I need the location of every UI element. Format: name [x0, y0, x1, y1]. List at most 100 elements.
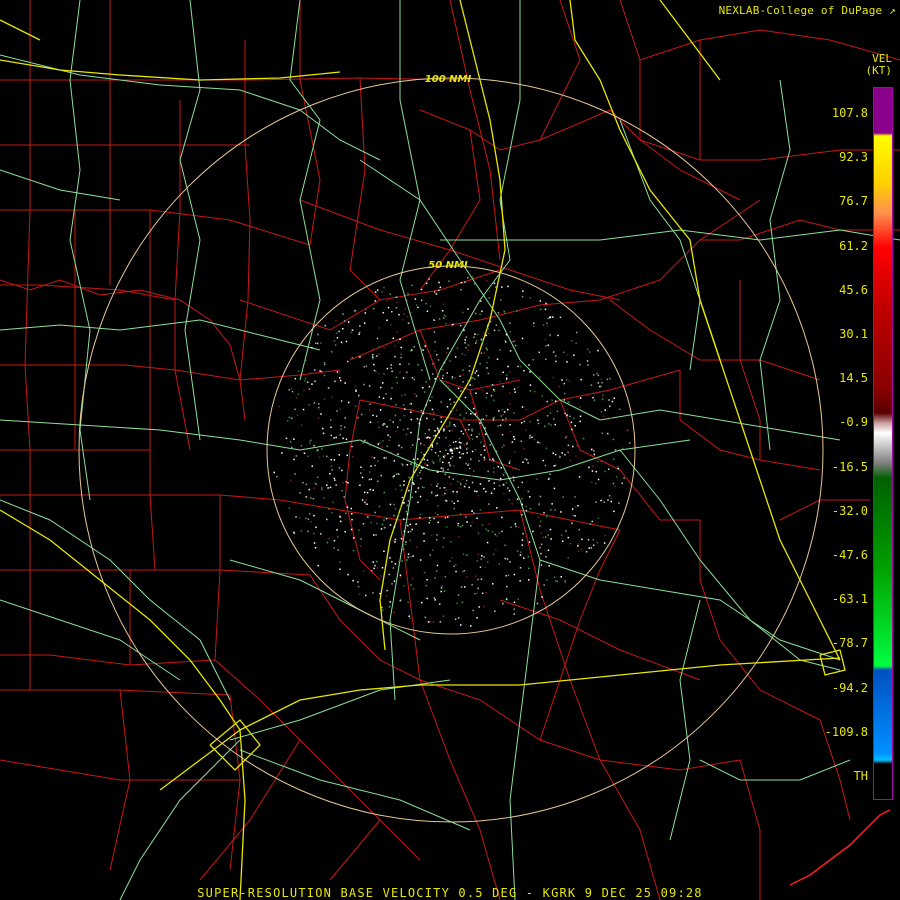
velocity-gate [439, 286, 442, 289]
velocity-gate [576, 331, 578, 334]
velocity-gate [380, 386, 382, 389]
velocity-gate [570, 421, 573, 424]
velocity-gate [412, 482, 414, 484]
velocity-gate [331, 351, 333, 353]
velocity-gate [411, 496, 413, 499]
velocity-gate [361, 476, 364, 479]
velocity-gate [404, 393, 406, 396]
velocity-gate [540, 543, 543, 545]
velocity-gate [326, 518, 328, 521]
velocity-gate [378, 346, 380, 348]
velocity-gate [442, 317, 445, 319]
velocity-gate [385, 518, 388, 520]
velocity-gate [464, 396, 467, 399]
velocity-gate [452, 441, 455, 443]
velocity-gate [477, 532, 480, 534]
velocity-gate [351, 518, 353, 521]
velocity-gate [407, 531, 410, 533]
radar-map[interactable]: 50 NMI 100 NMI [0, 0, 900, 900]
velocity-gate [469, 392, 472, 395]
velocity-gate [476, 490, 478, 493]
velocity-gate [460, 442, 462, 444]
credit-label: NEXLAB-College of DuPage [718, 4, 883, 17]
velocity-gate [519, 554, 522, 556]
velocity-gate [490, 394, 493, 397]
velocity-gate [417, 306, 419, 309]
velocity-gate [459, 324, 462, 327]
velocity-gate [403, 480, 405, 482]
velocity-gate [395, 376, 398, 379]
velocity-gate [488, 290, 491, 293]
velocity-gate [431, 534, 433, 537]
velocity-gate [416, 418, 419, 420]
velocity-gate [329, 473, 331, 475]
velocity-gate [497, 312, 500, 314]
velocity-gate [524, 458, 526, 460]
velocity-gate [513, 573, 516, 576]
velocity-gate [538, 503, 540, 506]
velocity-gate [460, 456, 463, 459]
velocity-gate [462, 311, 464, 314]
velocity-gate [495, 548, 497, 551]
velocity-gate [552, 351, 555, 353]
velocity-gate [451, 377, 454, 380]
velocity-gate [402, 548, 405, 551]
velocity-gate [485, 334, 488, 337]
velocity-gate [407, 500, 410, 502]
velocity-gate [478, 433, 480, 435]
velocity-gate [302, 408, 305, 411]
velocity-gate [326, 541, 329, 544]
velocity-gate [554, 453, 557, 456]
legend-tick: 61.2 [839, 238, 868, 253]
velocity-gate [309, 442, 311, 445]
velocity-gate [387, 306, 390, 309]
velocity-gate [436, 539, 438, 541]
velocity-gate [425, 584, 428, 587]
velocity-gate [402, 428, 405, 431]
velocity-gate [503, 411, 506, 413]
velocity-gate [400, 489, 403, 491]
velocity-gate [514, 391, 516, 393]
velocity-gate [563, 392, 566, 395]
velocity-gate [454, 356, 457, 358]
velocity-gate [423, 458, 426, 461]
velocity-gate [457, 594, 460, 596]
velocity-gate [310, 439, 312, 441]
velocity-gate [384, 403, 386, 405]
radar-site-marker [449, 448, 453, 452]
velocity-gate [434, 378, 436, 380]
velocity-gate [571, 508, 574, 510]
velocity-gate [485, 490, 487, 493]
velocity-gate [474, 413, 476, 415]
velocity-gate [528, 364, 530, 366]
velocity-gate [483, 456, 486, 459]
velocity-gate [385, 457, 387, 459]
velocity-gate [387, 434, 389, 436]
velocity-gate [389, 419, 391, 421]
velocity-gate [608, 468, 610, 470]
velocity-gate [567, 401, 570, 403]
velocity-gate [480, 300, 482, 302]
velocity-gate [386, 425, 388, 428]
velocity-gate [395, 296, 398, 298]
external-link-icon[interactable]: ↗ [889, 4, 896, 17]
velocity-gate [489, 320, 492, 323]
velocity-gate [553, 418, 555, 420]
velocity-gate [514, 451, 516, 453]
velocity-gate [383, 286, 385, 289]
velocity-gate [505, 417, 507, 420]
velocity-gate [622, 447, 624, 450]
velocity-gate [547, 344, 549, 346]
velocity-gate [521, 498, 523, 500]
velocity-gate [493, 416, 495, 419]
velocity-gate [376, 355, 378, 357]
velocity-gate [431, 549, 434, 551]
velocity-gate [564, 581, 566, 584]
velocity-gate [327, 487, 329, 489]
velocity-gate [448, 430, 451, 432]
velocity-gate [613, 397, 616, 400]
velocity-gate [569, 459, 572, 462]
velocity-gate [397, 453, 399, 455]
velocity-gate [410, 431, 412, 434]
velocity-gate [313, 532, 315, 535]
